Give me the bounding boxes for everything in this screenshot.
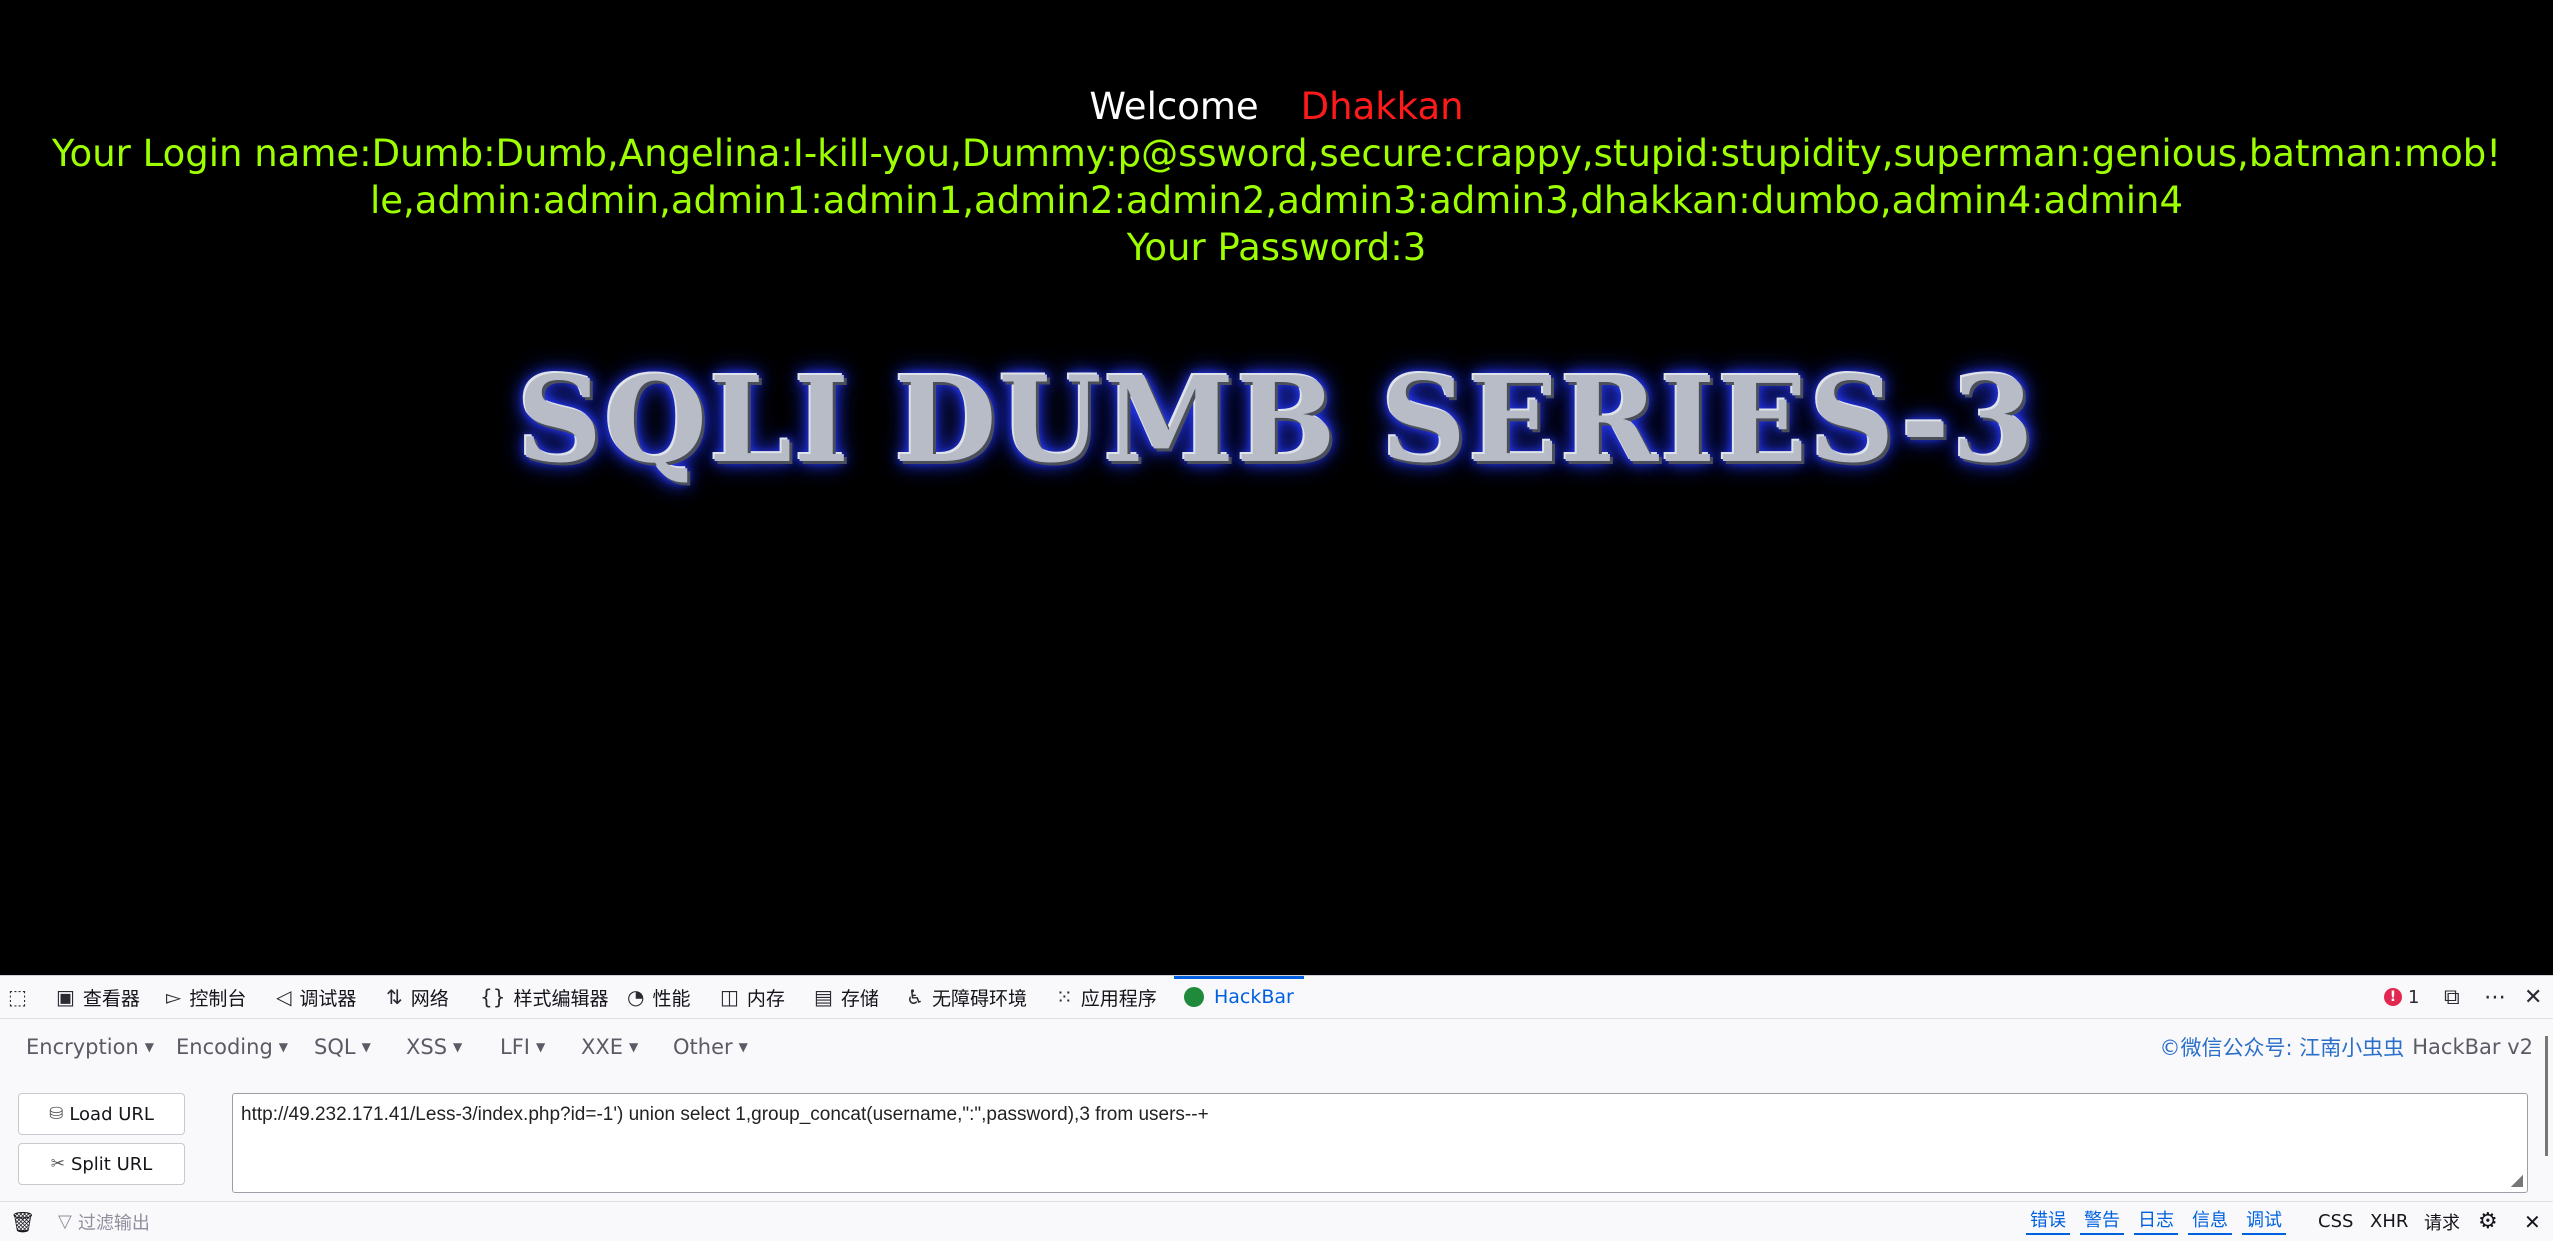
tab-debugger[interactable]: ◁ 调试器: [276, 976, 356, 1018]
menu-encryption[interactable]: Encryption ▼: [26, 1019, 154, 1074]
filter-requests[interactable]: 请求: [2424, 1202, 2460, 1241]
password-line: Your Password:3: [1126, 226, 1427, 269]
devtools-panel: ⬚ ▣ 查看器 ▻ 控制台 ◁ 调试器 ⇅ 网络 {} 样式编辑器 ◔ 性能 ◫ 内存 ▤ 存储…: [0, 975, 2553, 1241]
tab-inspector[interactable]: ▣ 查看器: [56, 976, 140, 1018]
chevron-down-icon: ▼: [629, 1039, 639, 1054]
responsive-mode-icon: ⧉: [2444, 984, 2460, 1010]
filter-xhr[interactable]: XHR: [2370, 1202, 2408, 1241]
chevron-down-icon: ▼: [738, 1039, 748, 1054]
inspector-icon: ▣: [56, 985, 75, 1009]
tab-style-editor[interactable]: {} 样式编辑器: [480, 976, 608, 1018]
url-input[interactable]: http://49.232.171.41/Less-3/index.php?id…: [232, 1093, 2528, 1193]
resize-handle-icon[interactable]: ◢: [2511, 1170, 2523, 1190]
filter-warnings[interactable]: 警告: [2080, 1202, 2124, 1241]
performance-icon: ◔: [627, 985, 645, 1009]
more-options-icon: ⋯: [2484, 984, 2506, 1010]
menu-sql[interactable]: SQL ▼: [314, 1019, 371, 1074]
storage-icon: ▤: [814, 985, 833, 1009]
chevron-down-icon: ▼: [278, 1039, 289, 1054]
tab-application[interactable]: ⁙ 应用程序: [1056, 976, 1157, 1018]
load-url-icon: ⛁: [49, 1104, 64, 1124]
sqli-banner-logo: SQLI DUMB SERIES-3: [517, 350, 2036, 489]
trash-icon: 🗑: [10, 1209, 36, 1234]
filter-logs[interactable]: 日志: [2134, 1202, 2178, 1241]
tab-storage[interactable]: ▤ 存储: [814, 976, 879, 1018]
network-icon: ⇅: [386, 985, 403, 1009]
chevron-down-icon: ▼: [144, 1039, 154, 1054]
element-picker-button[interactable]: ⬚: [8, 976, 35, 1018]
application-icon: ⁙: [1056, 985, 1073, 1009]
filter-info[interactable]: 信息: [2188, 1202, 2232, 1241]
filter-errors[interactable]: 错误: [2026, 1202, 2070, 1241]
hackbar-toolbar: Encryption ▼ Encoding ▼ SQL ▼ XSS ▼ LFI ▼ XXE…: [0, 1019, 2553, 1074]
menu-lfi[interactable]: LFI ▼: [500, 1019, 545, 1074]
console-icon: ▻: [166, 985, 182, 1009]
tab-accessibility[interactable]: ♿ 无障碍环境: [906, 976, 1027, 1018]
menu-encoding[interactable]: Encoding ▼: [176, 1019, 288, 1074]
error-icon: !: [2384, 988, 2402, 1006]
tab-memory[interactable]: ◫ 内存: [720, 976, 785, 1018]
menu-xss[interactable]: XSS ▼: [406, 1019, 462, 1074]
error-indicator[interactable]: ! 1: [2384, 976, 2419, 1018]
hackbar-icon: [1184, 987, 1204, 1007]
element-picker-icon: ⬚: [8, 985, 27, 1009]
devtools-tabbar: ⬚ ▣ 查看器 ▻ 控制台 ◁ 调试器 ⇅ 网络 {} 样式编辑器 ◔ 性能 ◫ 内存 ▤ 存储…: [0, 976, 2553, 1019]
close-icon: ✕: [2524, 984, 2543, 1010]
menu-xxe[interactable]: XXE ▼: [581, 1019, 638, 1074]
page-viewport: Welcome Dhakkan Your Login name:Dumb:Dumb…: [0, 0, 2553, 975]
split-url-button[interactable]: ✂ Split URL: [18, 1143, 185, 1185]
hackbar-credit: ©微信公众号: 江南小虫虫 HackBar v2: [2159, 1034, 2534, 1060]
chevron-down-icon: ▼: [361, 1039, 371, 1054]
tab-performance[interactable]: ◔ 性能: [627, 976, 690, 1018]
tab-network[interactable]: ⇅ 网络: [386, 976, 449, 1018]
hackbar-scrollbar[interactable]: [2545, 1036, 2548, 1156]
welcome-label: Welcome: [1089, 85, 1259, 128]
login-name-line-1: Your Login name:Dumb:Dumb,Angelina:I-kil…: [51, 132, 2502, 175]
hackbar-version: HackBar v2: [2412, 1034, 2533, 1059]
filter-debug[interactable]: 调试: [2242, 1202, 2286, 1241]
load-url-button[interactable]: ⛁ Load URL: [18, 1093, 185, 1135]
url-input-value: http://49.232.171.41/Less-3/index.php?id…: [241, 1104, 1209, 1125]
clear-console-button[interactable]: 🗑: [10, 1202, 35, 1241]
more-options-button[interactable]: ⋯: [2484, 976, 2506, 1018]
close-console-button[interactable]: ✕: [2524, 1202, 2541, 1241]
style-editor-icon: {}: [480, 985, 506, 1009]
filter-icon: ▽: [58, 1211, 72, 1232]
tab-hackbar[interactable]: HackBar: [1174, 976, 1304, 1018]
console-filter-bar: 🗑 ▽ 过滤输出 错误 警告 日志 信息 调试 CSS XHR 请求 ⚙ ✕: [0, 1201, 2553, 1241]
tab-console[interactable]: ▻ 控制台: [166, 976, 246, 1018]
close-icon: ✕: [2524, 1209, 2541, 1234]
console-settings-button[interactable]: ⚙: [2478, 1202, 2498, 1241]
filter-output-input[interactable]: ▽ 过滤输出: [58, 1202, 150, 1241]
chevron-down-icon: ▼: [453, 1039, 463, 1054]
gear-icon: ⚙: [2478, 1209, 2498, 1234]
login-name-line-2: le,admin:admin,admin1:admin1,admin2:admi…: [369, 179, 2184, 222]
responsive-design-button[interactable]: ⧉: [2444, 976, 2460, 1018]
memory-icon: ◫: [720, 985, 739, 1009]
chevron-down-icon: ▼: [535, 1039, 546, 1054]
debugger-icon: ◁: [276, 985, 292, 1009]
welcome-line: Welcome Dhakkan: [0, 83, 2553, 130]
close-devtools-button[interactable]: ✕: [2524, 976, 2542, 1018]
accessibility-icon: ♿: [906, 985, 924, 1009]
filter-css[interactable]: CSS: [2318, 1202, 2353, 1241]
welcome-name: Dhakkan: [1300, 85, 1464, 128]
menu-other[interactable]: Other ▼: [673, 1019, 748, 1074]
scissors-icon: ✂: [50, 1154, 65, 1174]
